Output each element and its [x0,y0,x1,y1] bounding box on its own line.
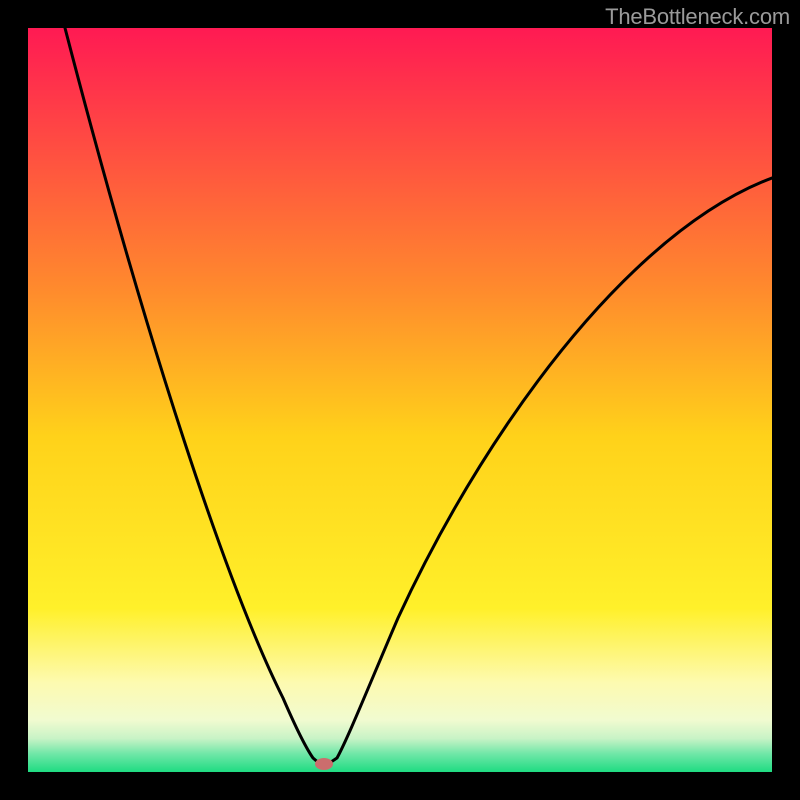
bottleneck-chart [28,28,772,772]
gradient-background [28,28,772,772]
optimum-marker [315,758,333,770]
chart-frame: TheBottleneck.com [0,0,800,800]
watermark-text: TheBottleneck.com [605,4,790,30]
